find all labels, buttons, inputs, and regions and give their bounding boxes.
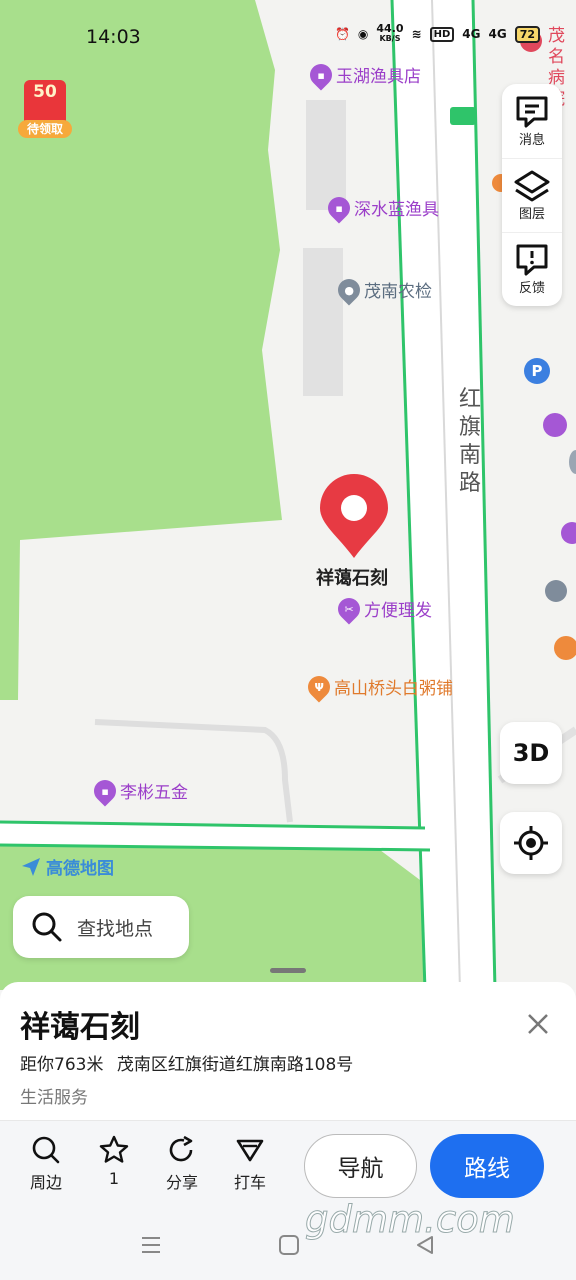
taxi-button[interactable]: 打车	[225, 1135, 275, 1193]
selected-location-pin-icon[interactable]	[318, 474, 390, 560]
shop-icon: ▪	[323, 191, 355, 224]
paper-plane-icon	[22, 857, 40, 876]
wifi-icon: ≋	[411, 27, 422, 41]
shop-icon[interactable]	[543, 413, 567, 437]
alarm-icon: ⏰	[334, 27, 350, 41]
food-icon[interactable]	[554, 636, 576, 660]
menu-icon[interactable]	[140, 1234, 162, 1256]
signal-icon: 4G	[488, 27, 507, 41]
place-category: 生活服务	[20, 1088, 88, 1108]
location-icon[interactable]	[569, 450, 576, 474]
map-side-panel: 消息 图层 反馈	[502, 84, 562, 306]
poi-porridge-shop[interactable]: Ψ 高山桥头白粥铺	[303, 670, 453, 703]
layers-icon	[514, 170, 550, 202]
parking-icon[interactable]: P	[524, 358, 550, 384]
search-placeholder: 查找地点	[77, 917, 154, 940]
map-view[interactable]: ▪ 玉湖渔具店 ▪ 深水蓝渔具 ● 茂南农检 ✂ 方便理发 Ψ 高山桥头白粥铺 …	[0, 0, 576, 990]
sheet-drag-handle[interactable]	[270, 968, 306, 973]
messages-button[interactable]: 消息	[502, 84, 562, 158]
search-input[interactable]: 查找地点	[13, 896, 189, 958]
hd-badge: HD	[429, 26, 455, 42]
battery-indicator: 72	[514, 25, 540, 43]
bus-stop-icon[interactable]	[450, 107, 476, 125]
location-icon: ●	[333, 273, 365, 306]
nearby-button[interactable]: 周边	[21, 1135, 71, 1193]
feedback-button[interactable]: 反馈	[502, 232, 562, 306]
road-label: 红 旗 南 路	[458, 387, 481, 496]
route-button[interactable]: 路线	[430, 1134, 544, 1198]
status-time: 14:03	[86, 26, 141, 48]
locate-icon	[514, 826, 548, 860]
status-icons: ⏰ ◉ 44.0 KB/S ≋ HD 4G 4G 72	[334, 22, 540, 44]
amap-logo: 高德地图	[20, 854, 114, 879]
poi-maonan-inspection[interactable]: ● 茂南农检	[333, 273, 432, 306]
watermark-text: gdmm.com	[305, 1198, 516, 1242]
place-distance-address: 距你763米 茂南区红旗街道红旗南路108号	[20, 1055, 354, 1075]
locate-button[interactable]	[500, 812, 562, 874]
red-envelope-promo[interactable]: 50 待领取	[18, 80, 72, 138]
poi-barber[interactable]: ✂ 方便理发	[333, 592, 432, 625]
feedback-icon	[516, 244, 548, 276]
net-speed: 44.0 KB/S	[376, 22, 404, 43]
location-icon: ◉	[357, 27, 369, 41]
favorite-button[interactable]: 1	[89, 1135, 139, 1188]
taxi-flag-icon	[236, 1139, 264, 1162]
home-icon[interactable]	[278, 1234, 300, 1256]
star-icon	[99, 1135, 129, 1163]
share-icon	[169, 1135, 193, 1162]
scissors-icon: ✂	[333, 592, 365, 625]
shop-icon[interactable]	[561, 522, 576, 544]
close-icon[interactable]	[522, 1008, 554, 1040]
selected-place-label: 祥蔼石刻	[316, 568, 388, 589]
share-button[interactable]: 分享	[157, 1135, 207, 1193]
signal-icon: 4G	[462, 27, 481, 41]
place-title: 祥蔼石刻	[20, 1010, 140, 1045]
poi-hardware[interactable]: ▪ 李彬五金	[89, 774, 188, 807]
food-icon: Ψ	[303, 670, 335, 703]
search-icon	[32, 912, 62, 942]
search-icon	[32, 1136, 60, 1164]
status-bar: 14:03 ⏰ ◉ 44.0 KB/S ≋ HD 4G 4G 72	[0, 0, 576, 72]
location-icon[interactable]	[545, 580, 567, 602]
layers-button[interactable]: 图层	[502, 158, 562, 232]
3d-button[interactable]: 3D	[500, 722, 562, 784]
map-base	[0, 0, 576, 990]
shop-icon: ▪	[89, 774, 121, 807]
message-icon	[516, 96, 548, 127]
navigate-button[interactable]: 导航	[304, 1134, 417, 1198]
poi-shenshuilan-fishing[interactable]: ▪ 深水蓝渔具	[323, 191, 439, 224]
